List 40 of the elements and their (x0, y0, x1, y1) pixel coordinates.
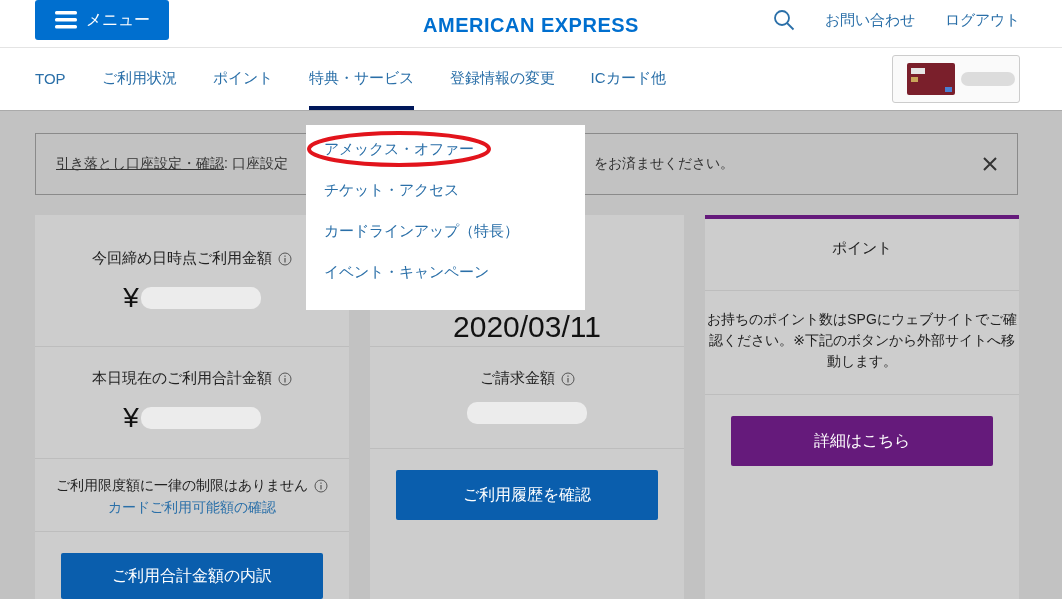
dropdown-item[interactable]: アメックス・オファー (324, 129, 474, 170)
menu-button[interactable]: メニュー (35, 0, 169, 41)
dropdown-item[interactable]: イベント・キャンペーン (324, 252, 489, 293)
action-button[interactable]: ご利用履歴を確認 (396, 470, 658, 520)
dropdown-item[interactable]: チケット・アクセス (324, 170, 459, 211)
redacted-card-name (961, 72, 1015, 86)
nav-tab[interactable]: 登録情報の変更 (449, 47, 555, 110)
alert-text: をお済ませください。 (593, 155, 734, 173)
currency-sign: ¥ (123, 282, 139, 314)
points-heading: ポイント (832, 239, 892, 258)
billing-date: 2020/03/11 (453, 310, 601, 344)
header-link[interactable]: ログアウト (945, 11, 1020, 30)
dropdown-item[interactable]: カードラインアップ（特長） (324, 211, 519, 252)
info-icon[interactable] (560, 371, 575, 386)
card-selector[interactable] (892, 55, 1020, 103)
account-setting-link[interactable]: 引き落とし口座設定・確認 (56, 155, 224, 173)
info-icon[interactable] (278, 251, 292, 266)
amount-label: 今回締め日時点ご利用金額 (92, 249, 272, 268)
credit-card-icon (907, 63, 955, 95)
nav-tab[interactable]: 特典・サービス (308, 47, 414, 110)
currency-sign: ¥ (123, 402, 139, 434)
available-amount-link[interactable]: カードご利用可能額の確認 (108, 499, 276, 517)
menu-icon (54, 11, 77, 30)
brand-logo[interactable]: AMERICAN EXPRESS (423, 14, 639, 36)
nav-tab[interactable]: TOP (35, 47, 66, 110)
info-icon[interactable] (314, 479, 328, 493)
close-icon[interactable] (983, 157, 997, 171)
action-button[interactable]: 詳細はこちら (731, 416, 993, 466)
amount-label: 本日現在のご利用合計金額 (92, 369, 272, 388)
info-icon[interactable] (278, 371, 292, 386)
search-icon[interactable] (773, 9, 795, 32)
points-note: お持ちのポイント数はSPGにウェブサイトでご確認ください。※下記のボタンから外部サイトへ移動します。 (706, 310, 1018, 371)
header-link[interactable]: お問い合わせ (825, 11, 915, 30)
nav-tab[interactable]: ポイント (212, 47, 273, 110)
amount-label: ご請求金額 (479, 369, 555, 388)
limit-text: ご利用限度額に一律の制限はありません (56, 477, 308, 495)
action-button[interactable]: ご利用合計金額の内訳 (61, 553, 323, 599)
alert-text: : 口座設定 (224, 155, 288, 173)
nav-tab[interactable]: ご利用状況 (101, 47, 177, 110)
nav-tab[interactable]: ICカード他 (590, 47, 666, 110)
